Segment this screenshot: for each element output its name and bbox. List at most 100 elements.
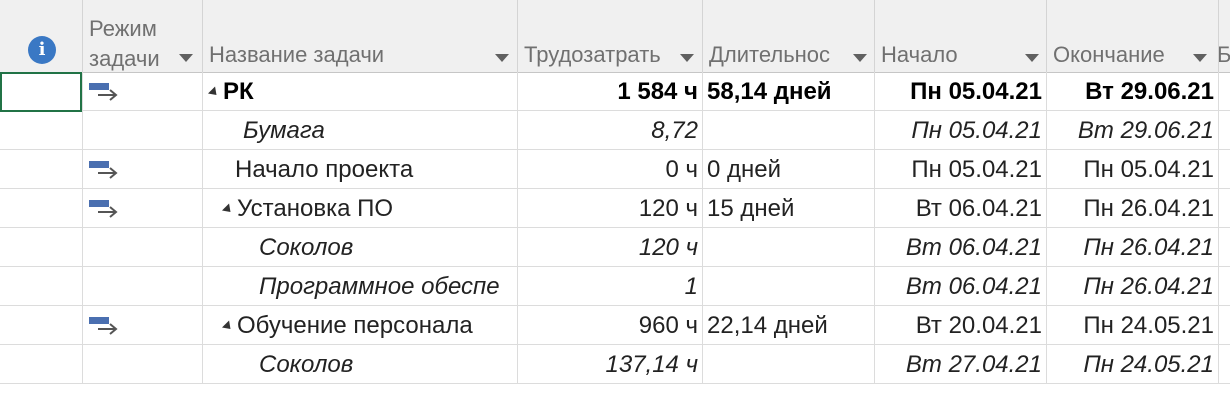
finish-cell[interactable]: Вт 29.06.21 xyxy=(1047,111,1219,150)
task-name-cell[interactable]: Обучение персонала xyxy=(203,306,518,345)
mode-cell[interactable] xyxy=(83,150,203,189)
mode-cell[interactable] xyxy=(83,306,203,345)
duration-cell[interactable] xyxy=(703,228,875,267)
task-row[interactable]: Установка ПО 120 ч 15 дней Вт 06.04.21 Пн 26… xyxy=(0,189,1230,228)
collapse-triangle-icon[interactable] xyxy=(221,203,235,216)
task-name: РК xyxy=(223,78,254,105)
indicators-column-header[interactable]: i xyxy=(0,0,83,72)
chevron-down-icon[interactable] xyxy=(495,54,509,62)
task-name-cell[interactable]: Начало проекта xyxy=(203,150,518,189)
collapse-triangle-icon[interactable] xyxy=(207,86,221,99)
task-row[interactable]: Соколов 137,14 ч Вт 27.04.21 Пн 24.05.21 xyxy=(0,345,1230,384)
task-name-cell[interactable]: Соколов xyxy=(203,345,518,384)
start-cell[interactable]: Пн 05.04.21 xyxy=(875,111,1047,150)
finish-cell[interactable]: Пн 26.04.21 xyxy=(1047,189,1219,228)
chevron-down-icon[interactable] xyxy=(680,54,694,62)
start-column-header[interactable]: Начало xyxy=(875,0,1047,72)
task-row[interactable]: Соколов 120 ч Вт 06.04.21 Пн 26.04.21 xyxy=(0,228,1230,267)
task-row[interactable]: РК 1 584 ч 58,14 дней Пн 05.04.21 Вт 29.06.2… xyxy=(0,72,1230,111)
finish-cell[interactable]: Пн 26.04.21 xyxy=(1047,267,1219,306)
extra-cell[interactable] xyxy=(1219,111,1230,150)
task-name-cell[interactable]: РК xyxy=(203,72,518,111)
duration-column-header[interactable]: Длительнос xyxy=(703,0,875,72)
auto-scheduled-task-icon xyxy=(89,161,118,179)
task-row[interactable]: Программное обеспе 1 Вт 06.04.21 Пн 26.04.2… xyxy=(0,267,1230,306)
duration-cell[interactable] xyxy=(703,345,875,384)
finish-cell[interactable]: Пн 24.05.21 xyxy=(1047,306,1219,345)
extra-cell[interactable] xyxy=(1219,345,1230,384)
duration-cell[interactable] xyxy=(703,267,875,306)
task-name-cell[interactable]: Соколов xyxy=(203,228,518,267)
work-cell[interactable]: 1 584 ч xyxy=(518,72,703,111)
auto-scheduled-task-icon xyxy=(89,200,118,218)
finish-cell[interactable]: Вт 29.06.21 xyxy=(1047,72,1219,111)
start-cell[interactable]: Вт 06.04.21 xyxy=(875,189,1047,228)
indicator-cell[interactable] xyxy=(0,150,83,189)
work-cell[interactable]: 120 ч xyxy=(518,228,703,267)
chevron-down-icon[interactable] xyxy=(179,54,193,62)
finish-column-label: Окончание xyxy=(1053,42,1165,67)
task-grid: i Режим задачи Название задачи Трудозатр… xyxy=(0,0,1230,400)
extra-column-header[interactable]: Б xyxy=(1219,0,1230,72)
auto-scheduled-task-icon xyxy=(89,317,118,335)
indicator-cell[interactable] xyxy=(0,306,83,345)
work-cell[interactable]: 137,14 ч xyxy=(518,345,703,384)
duration-cell[interactable]: 58,14 дней xyxy=(703,72,875,111)
duration-cell[interactable]: 22,14 дней xyxy=(703,306,875,345)
indicator-cell[interactable] xyxy=(0,267,83,306)
task-name: Установка ПО xyxy=(237,195,394,222)
work-cell[interactable]: 120 ч xyxy=(518,189,703,228)
finish-column-header[interactable]: Окончание xyxy=(1047,0,1219,72)
indicator-cell[interactable] xyxy=(0,228,83,267)
duration-cell[interactable]: 15 дней xyxy=(703,189,875,228)
work-cell[interactable]: 0 ч xyxy=(518,150,703,189)
mode-cell[interactable] xyxy=(83,267,203,306)
extra-cell[interactable] xyxy=(1219,267,1230,306)
work-cell[interactable]: 960 ч xyxy=(518,306,703,345)
task-name-cell[interactable]: Бумага xyxy=(203,111,518,150)
start-cell[interactable]: Вт 27.04.21 xyxy=(875,345,1047,384)
finish-cell[interactable]: Пн 05.04.21 xyxy=(1047,150,1219,189)
mode-column-header[interactable]: Режим задачи xyxy=(83,0,203,72)
task-row[interactable]: Бумага 8,72 Пн 05.04.21 Вт 29.06.21 xyxy=(0,111,1230,150)
task-name: Соколов xyxy=(259,351,354,378)
indicator-cell[interactable] xyxy=(0,111,83,150)
name-column-label: Название задачи xyxy=(209,42,385,67)
start-cell[interactable]: Пн 05.04.21 xyxy=(875,150,1047,189)
name-column-header[interactable]: Название задачи xyxy=(203,0,518,72)
indicator-cell[interactable] xyxy=(0,345,83,384)
extra-cell[interactable] xyxy=(1219,189,1230,228)
finish-cell[interactable]: Пн 26.04.21 xyxy=(1047,228,1219,267)
chevron-down-icon[interactable] xyxy=(1025,54,1039,62)
finish-cell[interactable]: Пн 24.05.21 xyxy=(1047,345,1219,384)
extra-cell[interactable] xyxy=(1219,306,1230,345)
chevron-down-icon[interactable] xyxy=(853,54,867,62)
task-row[interactable]: Обучение персонала 960 ч 22,14 дней Вт 20.0… xyxy=(0,306,1230,345)
chevron-down-icon[interactable] xyxy=(1193,54,1207,62)
task-name-cell[interactable]: Установка ПО xyxy=(203,189,518,228)
mode-cell[interactable] xyxy=(83,189,203,228)
mode-cell[interactable] xyxy=(83,111,203,150)
extra-cell[interactable] xyxy=(1219,228,1230,267)
duration-cell[interactable] xyxy=(703,111,875,150)
work-cell[interactable]: 1 xyxy=(518,267,703,306)
mode-cell[interactable] xyxy=(83,228,203,267)
extra-cell[interactable] xyxy=(1219,72,1230,111)
start-cell[interactable]: Пн 05.04.21 xyxy=(875,72,1047,111)
task-name: Начало проекта xyxy=(235,156,414,183)
start-column-label: Начало xyxy=(881,42,958,67)
mode-cell[interactable] xyxy=(83,345,203,384)
indicator-cell[interactable] xyxy=(0,189,83,228)
work-column-header[interactable]: Трудозатрать xyxy=(518,0,703,72)
mode-cell[interactable] xyxy=(83,72,203,111)
task-row[interactable]: Начало проекта 0 ч0 дней Пн 05.04.21 Пн 05.… xyxy=(0,150,1230,189)
extra-cell[interactable] xyxy=(1219,150,1230,189)
collapse-triangle-icon[interactable] xyxy=(221,320,235,333)
start-cell[interactable]: Вт 06.04.21 xyxy=(875,228,1047,267)
start-cell[interactable]: Вт 06.04.21 xyxy=(875,267,1047,306)
duration-cell[interactable]: 0 дней xyxy=(703,150,875,189)
work-cell[interactable]: 8,72 xyxy=(518,111,703,150)
task-name: Бумага xyxy=(243,117,325,144)
task-name-cell[interactable]: Программное обеспе xyxy=(203,267,518,306)
start-cell[interactable]: Вт 20.04.21 xyxy=(875,306,1047,345)
